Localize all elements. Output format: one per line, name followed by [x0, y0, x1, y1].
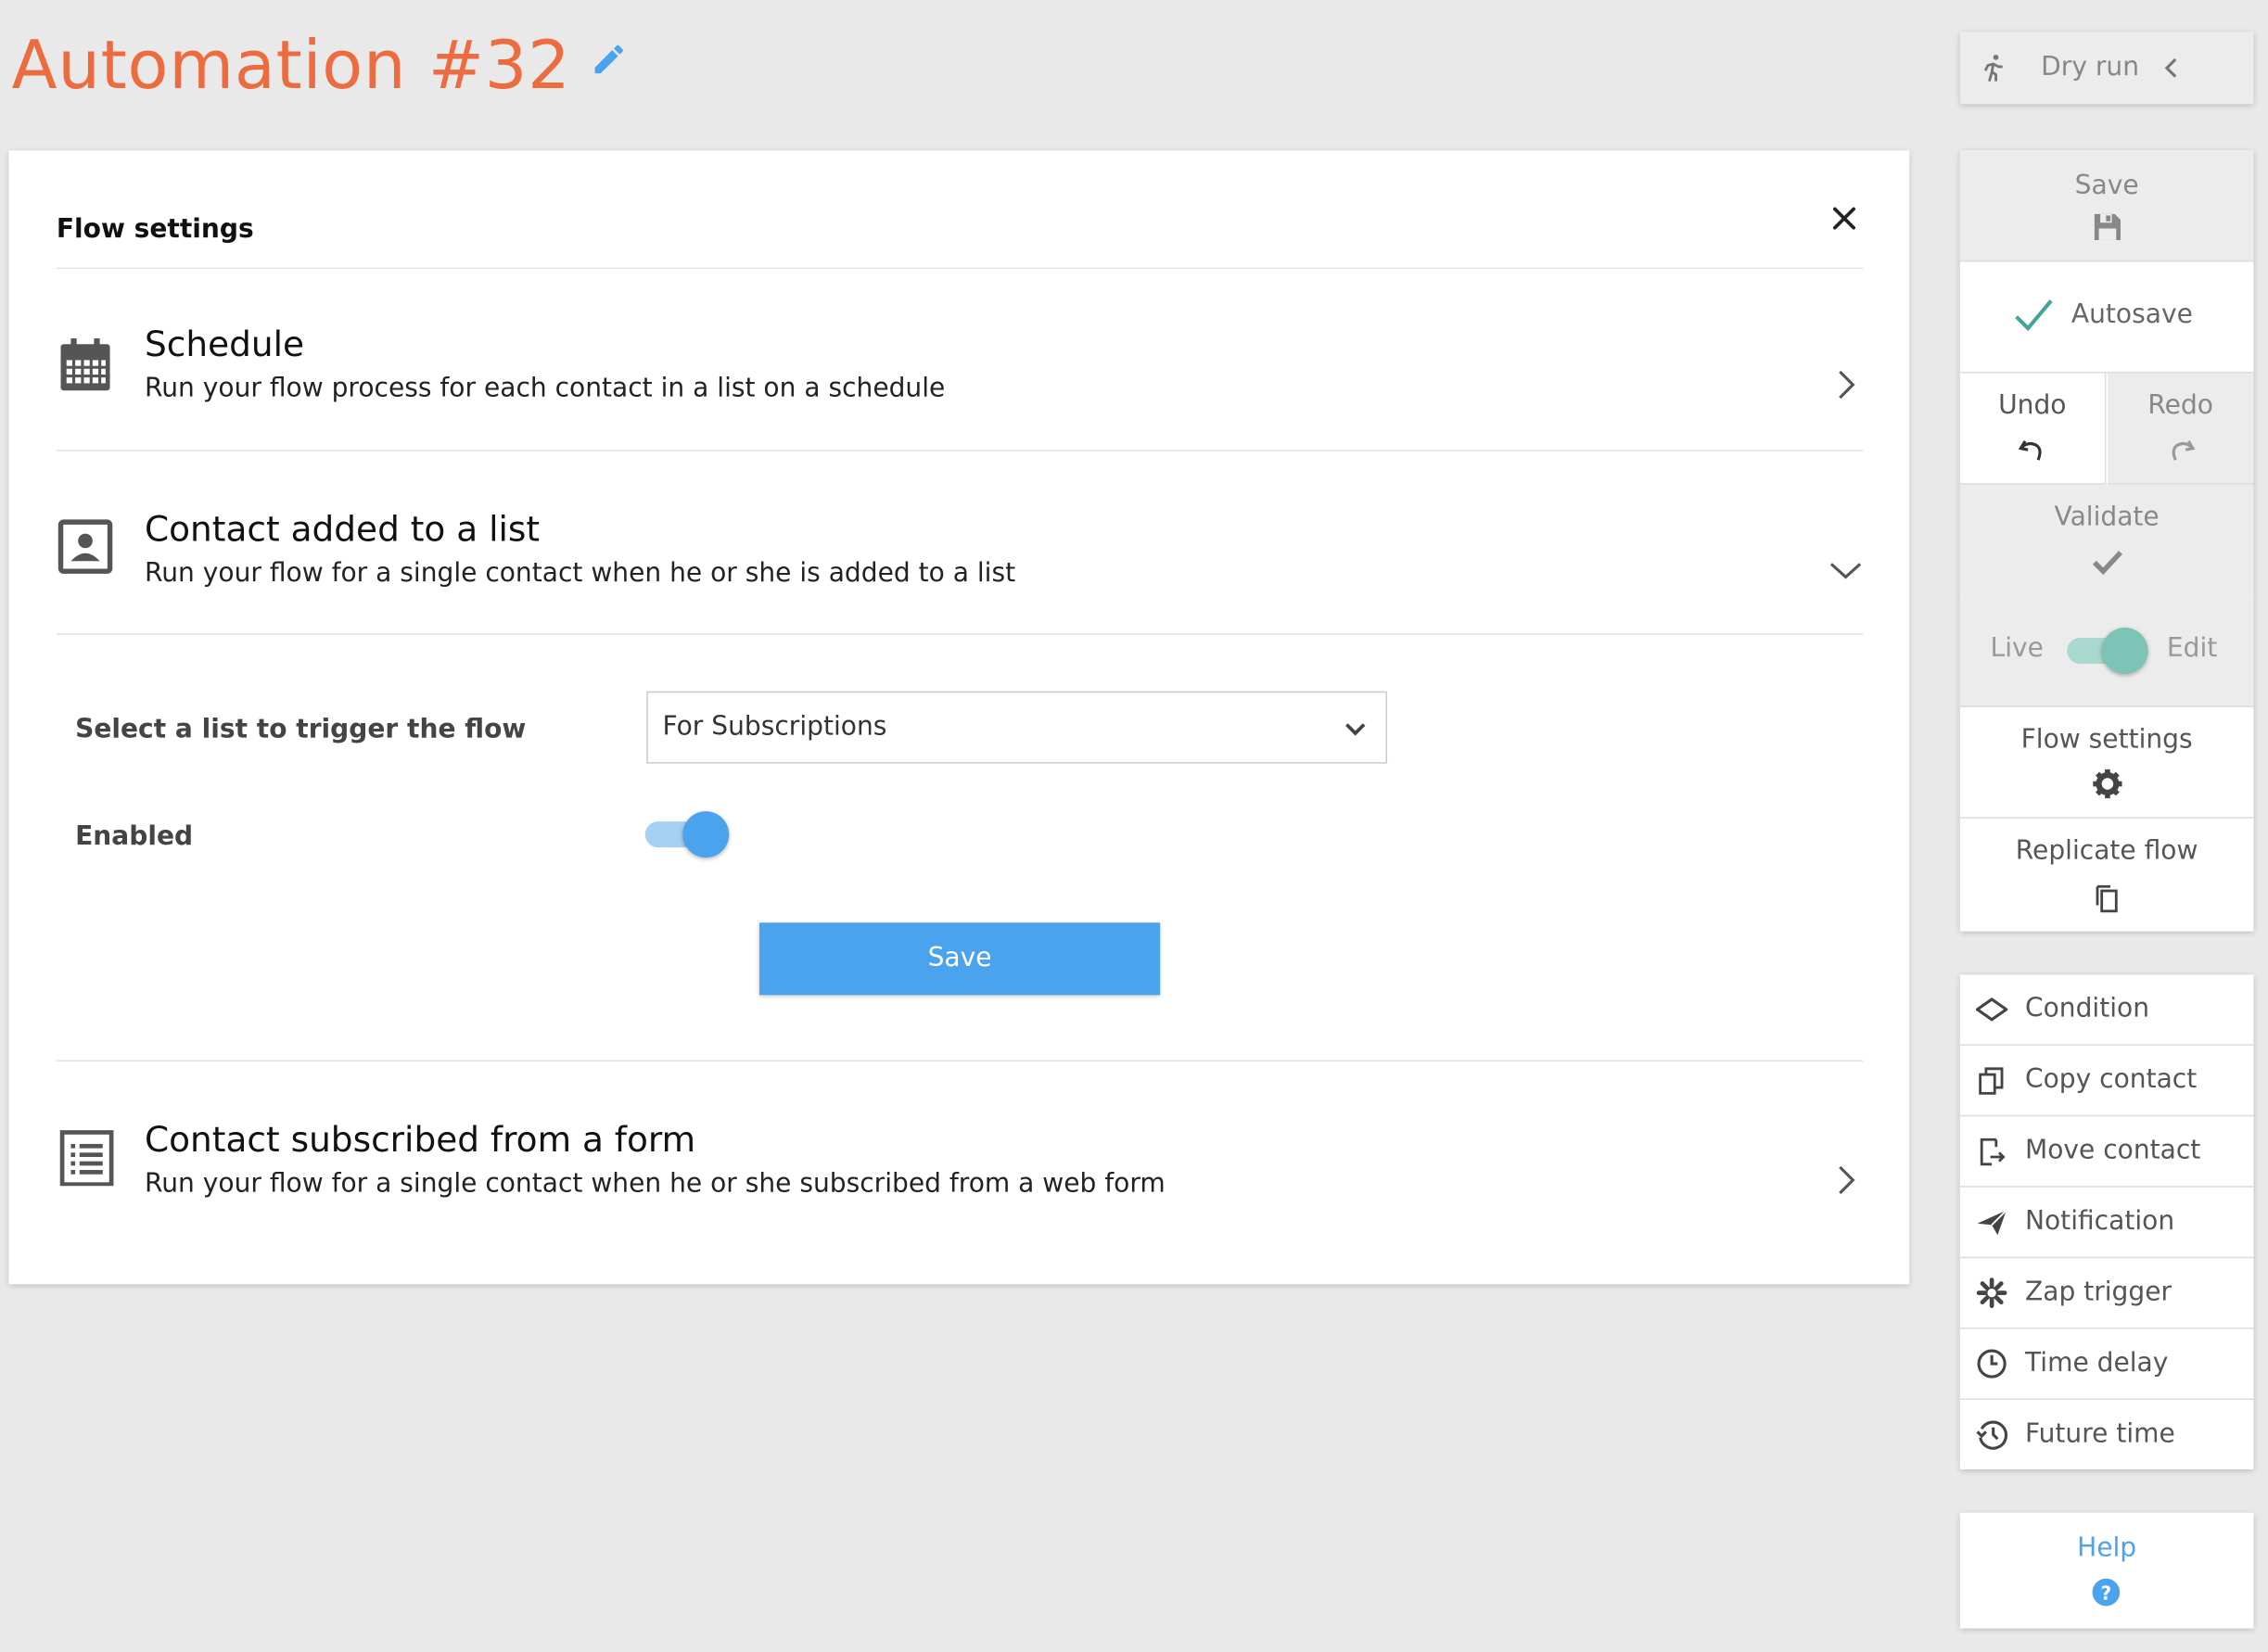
option-contact-subscribed-from-form[interactable]: Contact subscribed from a form Run your …: [56, 1060, 1864, 1251]
help-label: Help: [2077, 1532, 2137, 1564]
option-description: Run your flow for a single contact when …: [145, 1168, 1166, 1200]
action-label: Move contact: [2025, 1135, 2201, 1166]
action-time-delay[interactable]: Time delay: [1959, 1329, 2254, 1401]
history-icon: [1976, 1420, 2008, 1450]
action-notification[interactable]: Notification: [1959, 1188, 2254, 1259]
action-move-contact[interactable]: Move contact: [1959, 1116, 2254, 1188]
chevron-left-icon: [2164, 57, 2177, 78]
svg-text:?: ?: [2100, 1582, 2111, 1604]
live-edit-toggle[interactable]: [2064, 626, 2148, 675]
copy-icon: [2095, 884, 2117, 913]
option-description: Run your flow process for each contact i…: [145, 373, 946, 404]
trigger-list-select[interactable]: For Subscriptions: [646, 691, 1388, 764]
floppy-disk-icon: [2094, 213, 2121, 240]
redo-label: Redo: [2147, 390, 2213, 421]
contact-card-icon: [57, 519, 113, 574]
flow-settings-button[interactable]: Flow settings: [1959, 707, 2254, 819]
option-schedule[interactable]: Schedule Run your flow process for each …: [56, 272, 1864, 451]
gear-icon: [2092, 769, 2121, 799]
replicate-flow-button[interactable]: Replicate flow: [1960, 819, 2254, 932]
check-icon: [2092, 551, 2122, 576]
chevron-down-icon: [1345, 723, 1366, 736]
save-label: Save: [2074, 171, 2139, 201]
edit-label: Edit: [2166, 633, 2218, 665]
diamond-icon: [1975, 998, 2008, 1022]
action-future-time[interactable]: Future time: [1960, 1400, 2254, 1470]
dry-run-button[interactable]: Dry run: [1959, 32, 2254, 105]
list-select-label: Select a list to trigger the flow: [75, 714, 527, 745]
option-description: Run your flow for a single contact when …: [145, 558, 1016, 589]
autosave-toggle[interactable]: Autosave: [1959, 261, 2254, 374]
page-title: Automation #32: [11, 26, 571, 105]
option-title: Contact subscribed from a form: [145, 1119, 696, 1161]
validate-button[interactable]: Validate: [1959, 484, 2254, 596]
flow-settings-label: Flow settings: [2020, 724, 2193, 756]
live-label: Live: [1990, 633, 2044, 665]
checkmark-icon: [2015, 299, 2053, 332]
action-condition[interactable]: Condition: [1959, 974, 2254, 1046]
save-trigger-button[interactable]: Save: [759, 922, 1161, 996]
editor-tools-panel: Save Autosave Undo Redo Validate Live Ed…: [1959, 150, 2254, 932]
copy-icon: [1979, 1067, 2004, 1095]
calendar-icon: [60, 338, 110, 391]
action-label: Notification: [2025, 1206, 2175, 1237]
modal-header: Flow settings: [56, 207, 1864, 270]
action-zap-trigger[interactable]: Zap trigger: [1959, 1258, 2254, 1329]
running-person-icon: [1983, 55, 2003, 83]
action-copy-contact[interactable]: Copy contact: [1959, 1046, 2254, 1117]
chevron-right-icon: [1839, 1165, 1855, 1195]
action-palette: Condition Copy contact Move contact Noti…: [1959, 974, 2254, 1470]
action-label: Zap trigger: [2025, 1277, 2172, 1308]
validate-label: Validate: [2054, 502, 2160, 533]
replicate-flow-label: Replicate flow: [2015, 835, 2198, 867]
toggle-knob: [2101, 628, 2148, 674]
modal-title: Flow settings: [56, 213, 254, 245]
option-contact-added-to-list[interactable]: Contact added to a list Run your flow fo…: [56, 451, 1864, 635]
undo-button[interactable]: Undo: [1959, 373, 2107, 485]
clock-icon: [1977, 1349, 2007, 1379]
move-icon: [1980, 1137, 2006, 1166]
redo-button[interactable]: Redo: [2107, 373, 2254, 485]
action-label: Copy contact: [2025, 1064, 2198, 1095]
chevron-down-icon: [1829, 563, 1862, 579]
dry-run-label: Dry run: [2041, 52, 2140, 83]
action-label: Condition: [2025, 993, 2150, 1024]
save-flow-button[interactable]: Save: [1959, 150, 2254, 262]
trigger-list-select-value: For Subscriptions: [662, 711, 887, 743]
form-icon: [59, 1130, 114, 1187]
help-button[interactable]: Help ?: [1959, 1512, 2254, 1629]
undo-icon: [2018, 439, 2042, 461]
close-icon[interactable]: [1826, 199, 1864, 237]
flow-settings-modal: Flow settings Schedule Run your flow pro…: [8, 150, 1910, 1285]
option-title: Schedule: [145, 324, 305, 365]
autosave-label: Autosave: [2071, 299, 2193, 330]
chevron-right-icon: [1839, 370, 1855, 400]
live-edit-mode: Live Edit: [1959, 595, 2254, 707]
enabled-label: Enabled: [75, 821, 194, 852]
toggle-knob: [682, 811, 730, 858]
edit-title-pencil-icon[interactable]: [590, 41, 628, 79]
redo-icon: [2171, 439, 2195, 461]
option-title: Contact added to a list: [145, 509, 541, 550]
enabled-toggle[interactable]: [644, 810, 730, 859]
action-label: Future time: [2025, 1418, 2175, 1450]
question-circle-icon: ?: [2092, 1578, 2121, 1607]
zap-icon: [1976, 1277, 2007, 1309]
paper-plane-icon: [1977, 1210, 2007, 1236]
action-label: Time delay: [2025, 1347, 2169, 1379]
undo-label: Undo: [1998, 390, 2067, 421]
